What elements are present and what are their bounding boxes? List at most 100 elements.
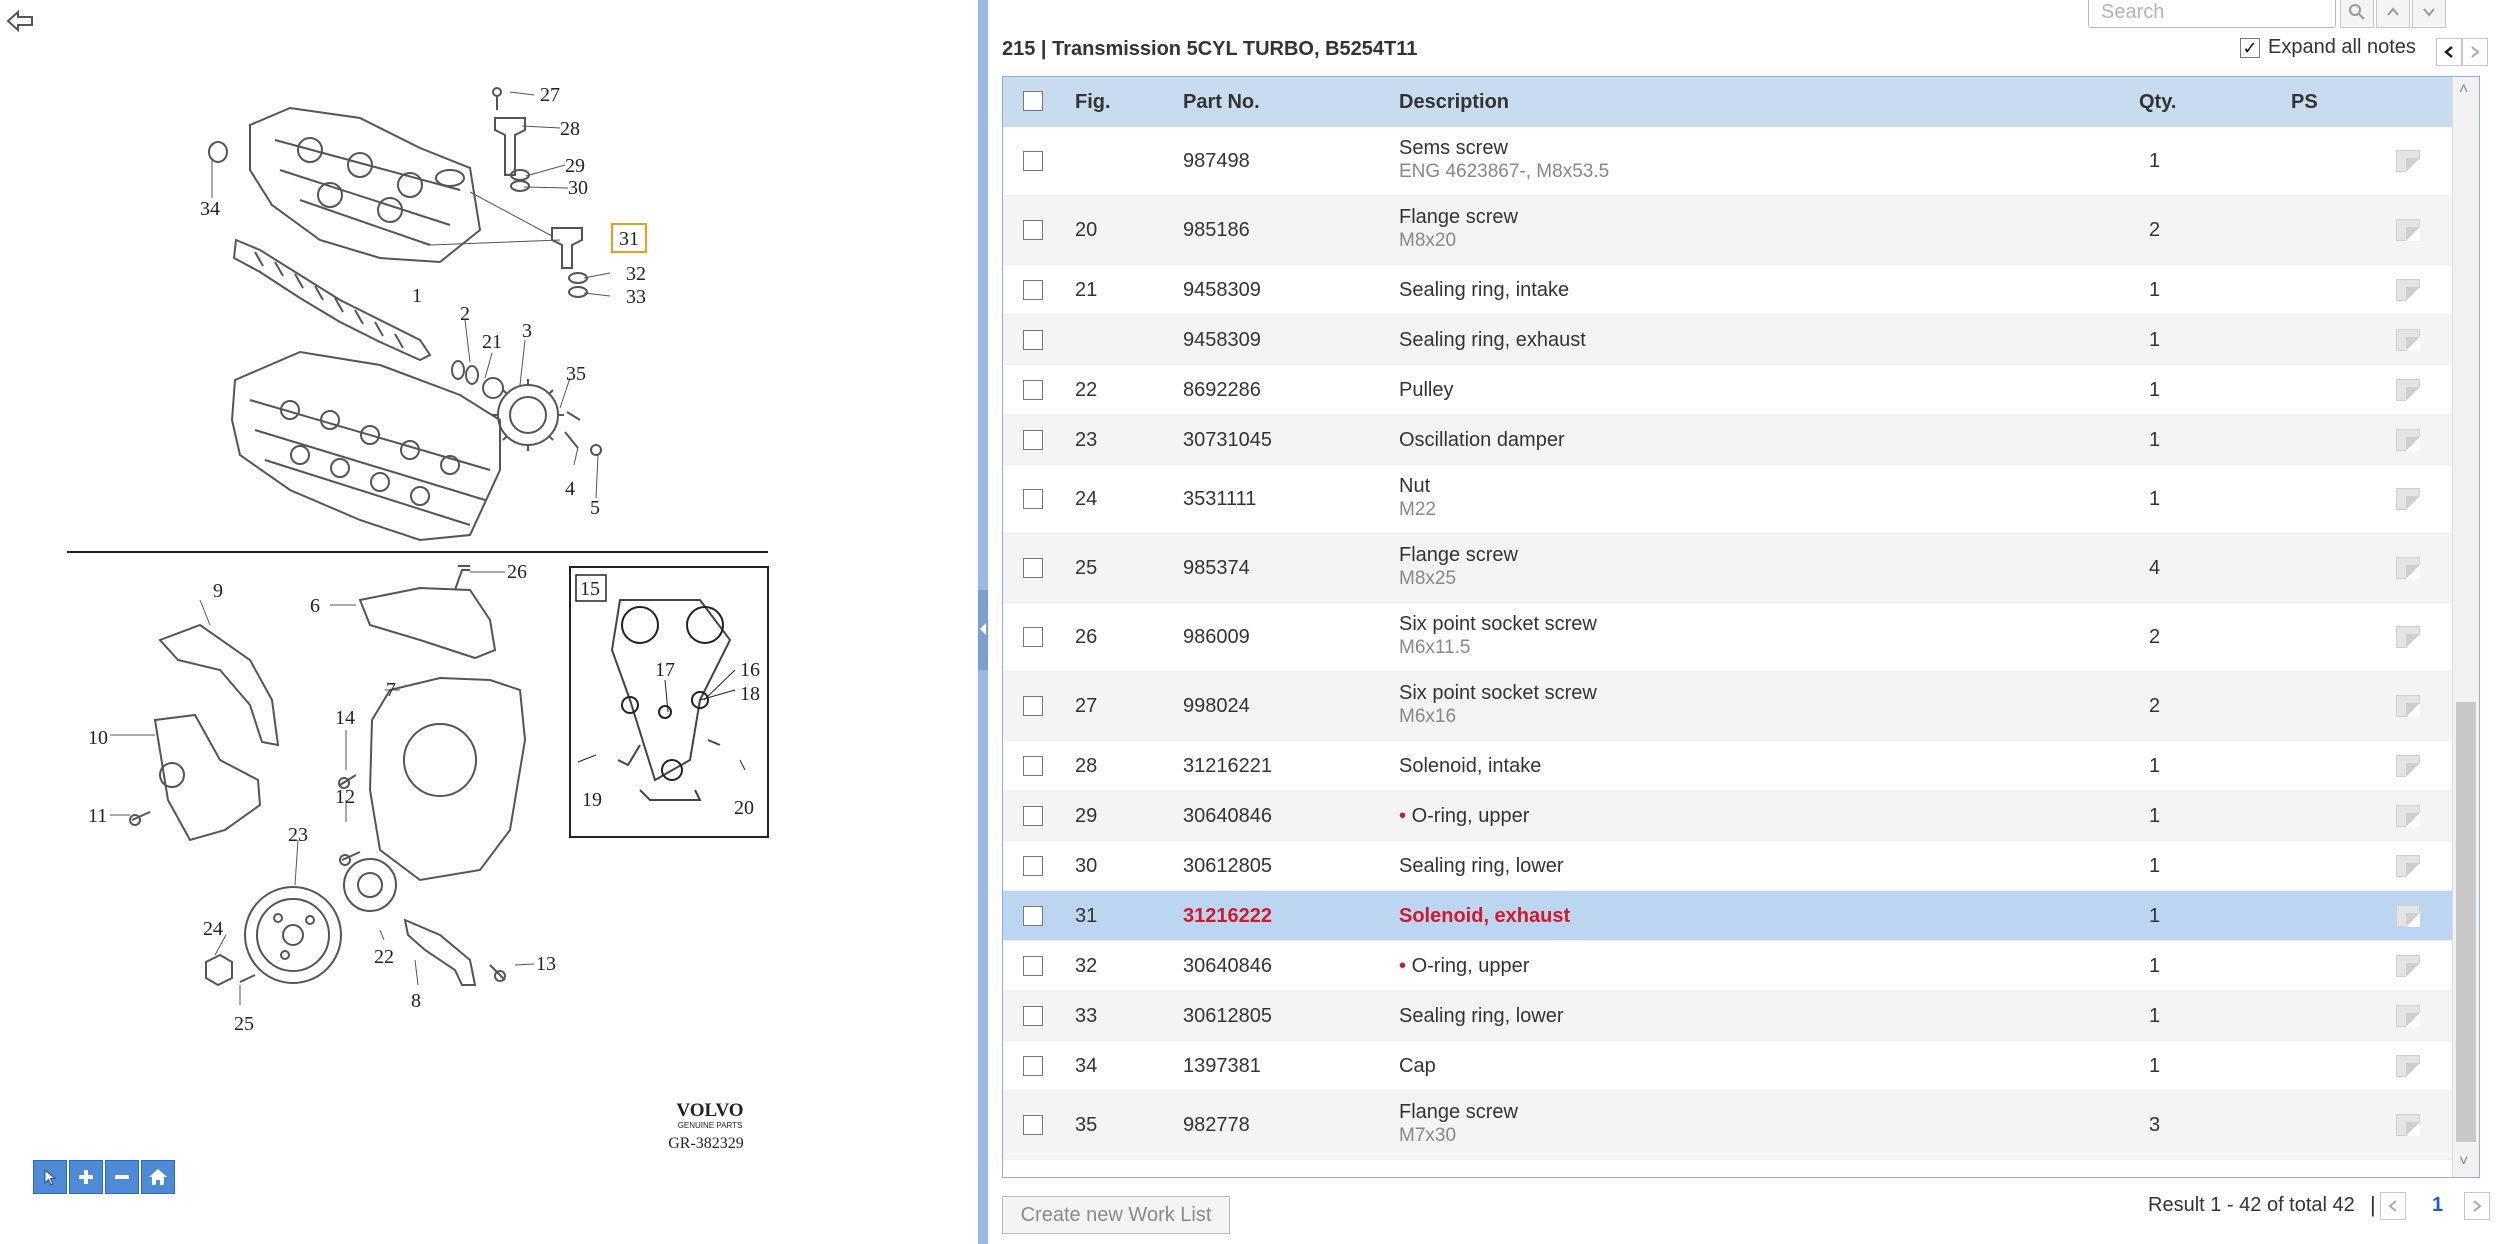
table-row[interactable]: 25 985374 Flange screw M8x25 4 xyxy=(1003,534,2453,603)
column-header-part-no[interactable]: Part No. xyxy=(1183,91,1260,114)
callout-3[interactable]: 3 xyxy=(522,320,532,342)
note-icon[interactable] xyxy=(2396,626,2420,648)
callout-24[interactable]: 24 xyxy=(203,918,223,940)
note-icon[interactable] xyxy=(2396,428,2420,451)
row-checkbox[interactable] xyxy=(1023,151,1043,171)
timing-cover-rear-part[interactable] xyxy=(358,586,497,660)
row-checkbox[interactable] xyxy=(1023,1005,1043,1026)
row-part-number[interactable]: 9458309 xyxy=(1183,329,1261,352)
callout-18[interactable]: 18 xyxy=(740,683,760,705)
callout-29[interactable]: 29 xyxy=(565,155,585,177)
exploded-parts-diagram[interactable]: 27 28 29 30 31 32 33 34 1 2 21 3 35 4 5 … xyxy=(0,0,978,1244)
note-icon[interactable] xyxy=(2396,488,2420,510)
note-icon[interactable] xyxy=(2396,954,2420,977)
table-row[interactable]: 34 1397381 Cap 1 xyxy=(1003,1041,2453,1091)
note-icon[interactable] xyxy=(2396,804,2420,827)
table-row[interactable]: 20 985186 Flange screw M8x20 2 xyxy=(1003,196,2453,265)
previous-page-button[interactable] xyxy=(2380,1192,2406,1220)
callout-7[interactable]: 7 xyxy=(386,679,396,701)
table-scrollbar[interactable]: ˄ ˅ xyxy=(2452,77,2479,1177)
row-checkbox[interactable] xyxy=(1023,805,1043,826)
scroll-down-icon[interactable]: ˅ xyxy=(2459,1153,2468,1171)
table-row[interactable]: 23 30731045 Oscillation damper 1 xyxy=(1003,415,2453,465)
column-header-fig[interactable]: Fig. xyxy=(1075,91,1111,114)
next-page-button[interactable] xyxy=(2464,1192,2490,1220)
table-row[interactable]: 28 31216221 Solenoid, intake 1 xyxy=(1003,741,2453,791)
table-row[interactable]: 21 9458309 Sealing ring, intake 1 xyxy=(1003,265,2453,315)
table-row[interactable]: 24 3531111 Nut M22 1 xyxy=(1003,465,2453,534)
row-checkbox[interactable] xyxy=(1023,379,1043,400)
row-part-number[interactable]: 9458309 xyxy=(1183,279,1261,302)
oscillation-damper-part[interactable] xyxy=(244,886,342,984)
row-part-number[interactable]: 8692286 xyxy=(1183,379,1261,402)
callout-1[interactable]: 1 xyxy=(412,285,422,307)
row-checkbox[interactable] xyxy=(1023,696,1043,716)
callout-35[interactable]: 35 xyxy=(566,363,586,385)
callout-26[interactable]: 26 xyxy=(507,561,527,583)
note-icon[interactable] xyxy=(2396,219,2420,241)
scroll-up-icon[interactable]: ˄ xyxy=(2459,81,2468,99)
row-part-number[interactable]: 31216222 xyxy=(1183,905,1272,928)
table-row[interactable]: 27 998024 Six point socket screw M6x16 2 xyxy=(1003,672,2453,741)
callout-15[interactable]: 15 xyxy=(580,578,600,600)
table-row[interactable]: 9458309 Sealing ring, exhaust 1 xyxy=(1003,315,2453,365)
expand-all-notes-toggle[interactable]: Expand all notes xyxy=(2240,36,2416,59)
table-row[interactable]: 31 31216222 Solenoid, exhaust 1 xyxy=(1003,891,2453,941)
timing-belt-part[interactable] xyxy=(610,599,732,782)
zoom-out-button[interactable] xyxy=(105,1160,139,1194)
pane-splitter[interactable] xyxy=(978,0,988,1244)
table-row[interactable]: 26 986009 Six point socket screw M6x11.5 2 xyxy=(1003,603,2453,672)
collapse-pane-handle[interactable] xyxy=(978,590,988,670)
row-part-number[interactable]: 1397381 xyxy=(1183,1055,1261,1078)
callout-12[interactable]: 12 xyxy=(335,786,355,808)
note-icon[interactable] xyxy=(2396,854,2420,877)
note-icon[interactable] xyxy=(2396,695,2420,717)
note-icon[interactable] xyxy=(2396,1114,2420,1136)
row-checkbox[interactable] xyxy=(1023,1055,1043,1076)
callout-13[interactable]: 13 xyxy=(536,953,556,975)
column-header-description[interactable]: Description xyxy=(1399,91,1509,114)
callout-20[interactable]: 20 xyxy=(734,797,754,819)
row-part-number[interactable]: 3531111 xyxy=(1183,488,1256,511)
row-part-number[interactable]: 985374 xyxy=(1183,557,1250,580)
previous-section-button[interactable] xyxy=(2436,38,2462,66)
row-part-number[interactable]: 30640846 xyxy=(1183,955,1272,978)
table-row[interactable]: 987498 Sems screw ENG 4623867-, M8x53.5 1 xyxy=(1003,127,2453,196)
search-input[interactable] xyxy=(2088,0,2336,28)
row-checkbox[interactable] xyxy=(1023,329,1043,350)
next-result-button[interactable] xyxy=(2412,0,2446,28)
row-part-number[interactable]: 30640846 xyxy=(1183,805,1272,828)
row-part-number[interactable]: 30612805 xyxy=(1183,1005,1272,1028)
row-checkbox[interactable] xyxy=(1023,558,1043,578)
callout-19[interactable]: 19 xyxy=(582,789,602,811)
callout-21[interactable]: 21 xyxy=(482,331,502,353)
row-checkbox[interactable] xyxy=(1023,279,1043,300)
row-part-number[interactable]: 31216221 xyxy=(1183,755,1272,778)
row-checkbox[interactable] xyxy=(1023,489,1043,509)
pulley-part[interactable] xyxy=(343,858,397,912)
table-row[interactable]: 29 30640846 • O-ring, upper 1 xyxy=(1003,791,2453,841)
note-icon[interactable] xyxy=(2396,378,2420,401)
row-checkbox[interactable] xyxy=(1023,1115,1043,1135)
row-part-number[interactable]: 987498 xyxy=(1183,150,1250,173)
note-icon[interactable] xyxy=(2396,557,2420,579)
search-button[interactable] xyxy=(2340,0,2374,28)
zoom-in-button[interactable] xyxy=(69,1160,103,1194)
row-checkbox[interactable] xyxy=(1023,627,1043,647)
column-header-ps[interactable]: PS xyxy=(2291,91,2318,114)
row-part-number[interactable]: 986009 xyxy=(1183,626,1250,649)
table-row[interactable]: 22 8692286 Pulley 1 xyxy=(1003,365,2453,415)
row-checkbox[interactable] xyxy=(1023,955,1043,976)
callout-14[interactable]: 14 xyxy=(335,707,355,729)
create-work-list-button[interactable]: Create new Work List xyxy=(1002,1196,1230,1234)
callout-9[interactable]: 9 xyxy=(213,580,223,602)
row-checkbox[interactable] xyxy=(1023,429,1043,450)
solenoid-intake-part[interactable] xyxy=(494,117,526,176)
callout-23[interactable]: 23 xyxy=(288,824,308,846)
row-checkbox[interactable] xyxy=(1023,905,1043,926)
table-row[interactable]: 30 30612805 Sealing ring, lower 1 xyxy=(1003,841,2453,891)
cylinder-head-part[interactable] xyxy=(230,350,501,542)
row-checkbox[interactable] xyxy=(1023,855,1043,876)
note-icon[interactable] xyxy=(2396,150,2420,172)
note-icon[interactable] xyxy=(2396,754,2420,777)
